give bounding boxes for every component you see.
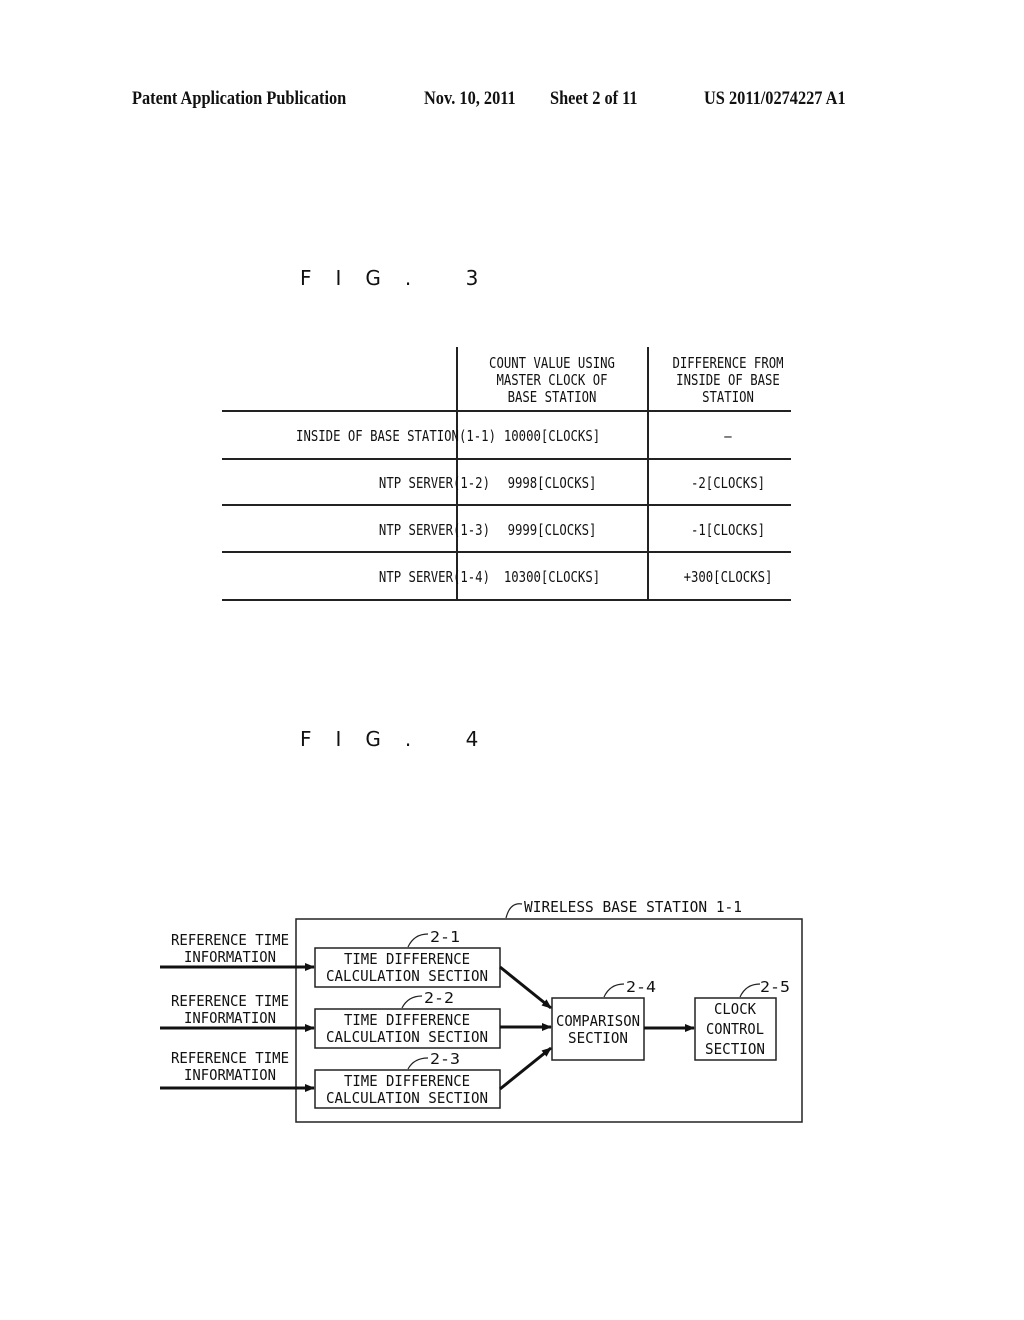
ref-leader-line xyxy=(603,983,625,998)
block-line1: CLOCK xyxy=(714,1000,756,1018)
input-label-line2: INFORMATION xyxy=(184,948,276,966)
calc-to-comparison-arrow xyxy=(499,965,552,1010)
block-line1: TIME DIFFERENCE xyxy=(344,950,470,968)
ref-leader-line xyxy=(401,995,423,1009)
input-label-line1: REFERENCE TIME xyxy=(171,931,289,949)
block-line2: CALCULATION SECTION xyxy=(326,1089,488,1107)
time-difference-calculation-block: 2-2 TIME DIFFERENCE CALCULATION SECTION xyxy=(314,989,501,1049)
block-line2: CALCULATION SECTION xyxy=(326,967,488,985)
ref-number: 2-4 xyxy=(626,978,656,996)
block-line2: SECTION xyxy=(568,1029,628,1047)
block-line1: TIME DIFFERENCE xyxy=(344,1011,470,1029)
block-line3: SECTION xyxy=(705,1040,765,1058)
ref-number: 2-1 xyxy=(430,928,460,946)
block-line1: COMPARISON xyxy=(556,1012,640,1030)
comparison-section-block: 2-4 COMPARISON SECTION xyxy=(551,978,656,1061)
input-label-line1: REFERENCE TIME xyxy=(171,1049,289,1067)
ref-number: 2-5 xyxy=(760,978,790,996)
container-label: WIRELESS BASE STATION 1-1 xyxy=(524,898,742,916)
block-line2: CALCULATION SECTION xyxy=(326,1028,488,1046)
ref-number: 2-3 xyxy=(430,1050,460,1068)
ref-leader-line xyxy=(407,933,429,948)
clock-control-section-block: 2-5 CLOCK CONTROL SECTION xyxy=(694,978,790,1061)
fig4-block-diagram: WIRELESS BASE STATION 1-1 REFERENCE TIME… xyxy=(160,898,803,1123)
calc-to-comparison-arrow xyxy=(499,1046,552,1091)
container-leader-line xyxy=(505,903,523,919)
input-label-line2: INFORMATION xyxy=(184,1009,276,1027)
time-difference-calculation-block: 2-1 TIME DIFFERENCE CALCULATION SECTION xyxy=(314,928,501,988)
block-line1: TIME DIFFERENCE xyxy=(344,1072,470,1090)
input-label-line1: REFERENCE TIME xyxy=(171,992,289,1010)
time-difference-calculation-block: 2-3 TIME DIFFERENCE CALCULATION SECTION xyxy=(314,1050,501,1109)
block-line2: CONTROL xyxy=(706,1020,764,1038)
ref-leader-line xyxy=(739,983,761,998)
input-label-line2: INFORMATION xyxy=(184,1066,276,1084)
ref-number: 2-2 xyxy=(424,989,454,1007)
ref-leader-line xyxy=(407,1057,429,1070)
